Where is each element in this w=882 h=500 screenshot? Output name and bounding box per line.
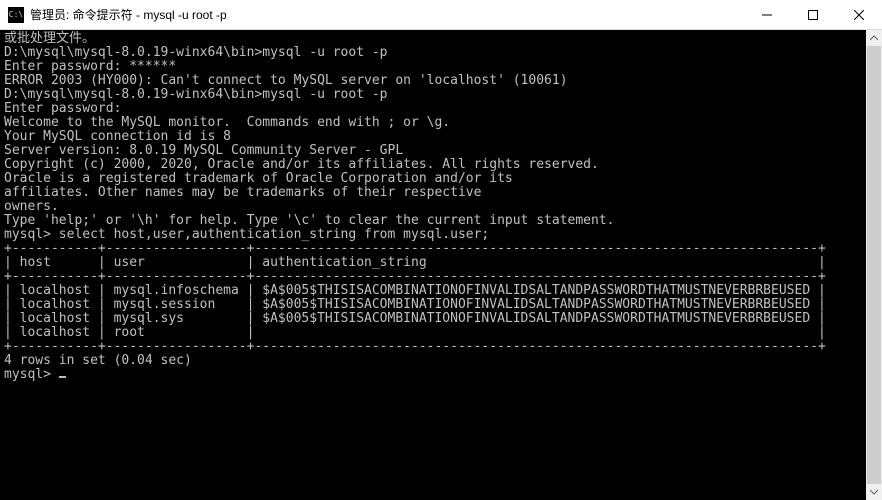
minimize-button[interactable] — [744, 0, 790, 29]
terminal-line: affiliates. Other names may be trademark… — [4, 186, 878, 200]
scroll-track[interactable] — [866, 46, 882, 484]
terminal-line: | host | user | authentication_string | — [4, 256, 878, 270]
scroll-down-button[interactable] — [866, 484, 882, 500]
scroll-thumb[interactable] — [867, 46, 881, 484]
scroll-up-button[interactable] — [866, 30, 882, 46]
cursor — [59, 376, 66, 378]
window-controls — [744, 0, 882, 29]
vertical-scrollbar[interactable] — [866, 30, 882, 500]
terminal-output[interactable]: 或批处理文件。D:\mysql\mysql-8.0.19-winx64\bin>… — [0, 30, 882, 500]
close-icon — [854, 10, 864, 20]
chevron-up-icon — [870, 34, 878, 42]
maximize-button[interactable] — [790, 0, 836, 29]
terminal-line: Server version: 8.0.19 MySQL Community S… — [4, 144, 878, 158]
terminal-line: +-----------+------------------+--------… — [4, 340, 878, 354]
terminal-line: Enter password: ****** — [4, 60, 878, 74]
terminal-line: mysql> select host,user,authentication_s… — [4, 228, 878, 242]
terminal-line: 或批处理文件。 — [4, 32, 878, 46]
cmd-icon: C:\ — [8, 7, 24, 23]
window-titlebar[interactable]: C:\ 管理员: 命令提示符 - mysql -u root -p — [0, 0, 882, 30]
terminal-line: Type 'help;' or '\h' for help. Type '\c'… — [4, 214, 878, 228]
terminal-line: D:\mysql\mysql-8.0.19-winx64\bin>mysql -… — [4, 88, 878, 102]
terminal-line: | localhost | root | | — [4, 326, 878, 340]
terminal-line: owners. — [4, 200, 878, 214]
chevron-down-icon — [870, 488, 878, 496]
close-button[interactable] — [836, 0, 882, 29]
maximize-icon — [808, 10, 818, 20]
terminal-line: Welcome to the MySQL monitor. Commands e… — [4, 116, 878, 130]
terminal-line: Your MySQL connection id is 8 — [4, 130, 878, 144]
terminal-line: D:\mysql\mysql-8.0.19-winx64\bin>mysql -… — [4, 46, 878, 60]
terminal-line: ERROR 2003 (HY000): Can't connect to MyS… — [4, 74, 878, 88]
terminal-line: | localhost | mysql.sys | $A$005$THISISA… — [4, 312, 878, 326]
terminal-line: Oracle is a registered trademark of Orac… — [4, 172, 878, 186]
terminal-line: 4 rows in set (0.04 sec) — [4, 354, 878, 368]
terminal-line: mysql> — [4, 368, 878, 382]
terminal-line: Copyright (c) 2000, 2020, Oracle and/or … — [4, 158, 878, 172]
terminal-line: +-----------+------------------+--------… — [4, 270, 878, 284]
minimize-icon — [762, 10, 772, 20]
terminal-line: +-----------+------------------+--------… — [4, 242, 878, 256]
terminal-line: | localhost | mysql.infoschema | $A$005$… — [4, 284, 878, 298]
window-title: 管理员: 命令提示符 - mysql -u root -p — [30, 6, 744, 23]
terminal-line: | localhost | mysql.session | $A$005$THI… — [4, 298, 878, 312]
terminal-line: Enter password: — [4, 102, 878, 116]
